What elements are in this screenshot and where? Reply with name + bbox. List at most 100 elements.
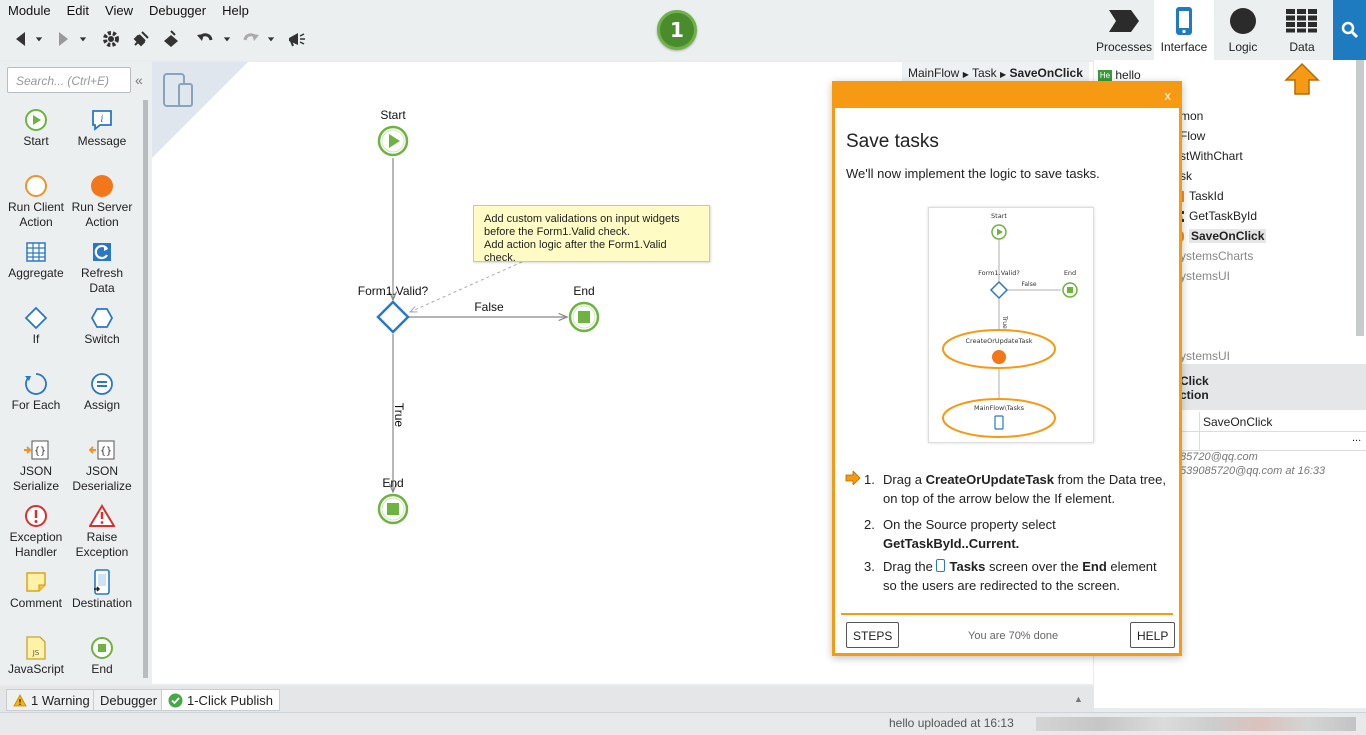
menu-edit[interactable]: Edit xyxy=(59,3,97,18)
tool-message[interactable]: i Message xyxy=(67,106,137,149)
step-bold: CreateOrUpdateTask xyxy=(925,472,1055,487)
menu-debugger[interactable]: Debugger xyxy=(141,3,214,18)
redo-dropdown-icon[interactable] xyxy=(264,28,278,50)
comment-note[interactable]: Add custom validations on input widgets … xyxy=(473,205,710,264)
manage-dependencies-icon[interactable] xyxy=(160,28,182,50)
tree-root[interactable]: He hello xyxy=(1098,68,1141,82)
tab-1-click-publish[interactable]: 1-Click Publish xyxy=(161,689,280,711)
tool-assign[interactable]: Assign xyxy=(67,370,137,413)
tool-destination[interactable]: Destination xyxy=(67,568,137,611)
tool-label: Message xyxy=(77,134,127,148)
tree-scrollbar[interactable] xyxy=(1356,60,1364,336)
tool-aggregate[interactable]: Aggregate xyxy=(1,238,71,281)
step-number: 2. xyxy=(864,517,875,532)
tab-warnings-label: 1 Warning xyxy=(31,692,90,708)
if-node xyxy=(376,300,410,334)
destination-icon xyxy=(67,568,137,596)
start-label: Start xyxy=(380,108,406,122)
false-label: False xyxy=(474,300,504,314)
expand-panel-icon[interactable]: ▲ xyxy=(1074,694,1083,704)
collapse-icon[interactable]: « xyxy=(135,72,143,88)
logic-icon xyxy=(1228,6,1258,36)
tutorial-step-1: 1. Drag a CreateOrUpdateTask from the Da… xyxy=(846,470,1171,510)
tab-warnings[interactable]: 1 Warning xyxy=(6,689,97,711)
toolbox-search-input[interactable]: Search... (Ctrl+E) xyxy=(7,67,131,93)
tool-json-deserialize[interactable]: {} JSON Deserialize xyxy=(67,436,137,494)
illus-if: Form1.Valid? xyxy=(978,269,1020,277)
back-dropdown-icon[interactable] xyxy=(32,28,46,50)
tool-json-serialize[interactable]: {} JSON Serialize xyxy=(1,436,71,494)
step-number: 1. xyxy=(864,472,875,487)
tree-item[interactable]: stWithChart xyxy=(1180,149,1243,163)
end-node-right xyxy=(568,301,600,333)
tree-item-label: TaskId xyxy=(1189,189,1224,203)
menu-module[interactable]: Module xyxy=(0,3,59,18)
breadcrumb-mainflow[interactable]: MainFlow xyxy=(908,66,959,80)
step-text: On the Source property select xyxy=(883,517,1056,532)
tool-switch[interactable]: Switch xyxy=(67,304,137,347)
phone-icon xyxy=(1174,6,1194,36)
tool-start[interactable]: Start xyxy=(1,106,71,149)
settings-icon[interactable] xyxy=(100,28,122,50)
tree-item-taskid[interactable]: TaskId xyxy=(1180,189,1224,203)
search-icon[interactable] xyxy=(1333,0,1366,60)
tool-exception-handler[interactable]: Exception Handler xyxy=(1,502,71,560)
help-button[interactable]: HELP xyxy=(1130,622,1176,648)
tree-item[interactable]: ystemsUI xyxy=(1180,349,1230,363)
property-name-value[interactable]: SaveOnClick xyxy=(1203,415,1272,429)
undo-icon[interactable] xyxy=(194,28,216,50)
tutorial-step-3: 3. Drag the Tasks screen over the End el… xyxy=(846,557,1171,597)
tutorial-step-2: 2. On the Source property select GetTask… xyxy=(846,515,1171,555)
tool-label: Aggregate xyxy=(8,266,64,280)
tool-raise-exception[interactable]: Raise Exception xyxy=(67,502,137,560)
illus-node1: CreateOrUpdateTask xyxy=(966,337,1033,345)
step-text: Drag the xyxy=(883,559,937,574)
tool-label: Switch xyxy=(84,332,120,346)
step-bold: GetTaskById..Current. xyxy=(883,536,1020,551)
tool-refresh-data[interactable]: Refresh Data xyxy=(67,238,137,296)
forward-icon[interactable] xyxy=(52,28,74,50)
tool-label: Assign xyxy=(83,398,121,412)
tab-interface[interactable]: Interface xyxy=(1154,0,1214,60)
tool-comment[interactable]: Comment xyxy=(1,568,71,611)
status-redacted xyxy=(1036,717,1356,731)
tool-if[interactable]: If xyxy=(1,304,71,347)
menu-help[interactable]: Help xyxy=(214,3,257,18)
tab-data[interactable]: Data xyxy=(1272,0,1332,60)
forward-dropdown-icon[interactable] xyxy=(76,28,90,50)
tool-label: Exception Handler xyxy=(9,530,63,559)
property-ellipsis-button[interactable]: ... xyxy=(1352,432,1361,444)
tutorial-illustration: Start Form1.Valid? False End True Create… xyxy=(928,207,1094,443)
tab-debugger[interactable]: Debugger xyxy=(93,689,165,711)
breadcrumb-task[interactable]: Task xyxy=(972,66,997,80)
menu-view[interactable]: View xyxy=(97,3,141,18)
tab-logic[interactable]: Logic xyxy=(1213,0,1273,60)
tool-run-server-action[interactable]: Run Server Action xyxy=(67,172,137,230)
tool-for-each[interactable]: For Each xyxy=(1,370,71,413)
end-node-bottom xyxy=(377,493,409,525)
step-number: 3. xyxy=(864,559,875,574)
publish-badge[interactable]: 1 xyxy=(657,10,697,50)
tool-javascript[interactable]: JS JavaScript xyxy=(1,634,71,677)
refresh-data-icon xyxy=(67,238,137,266)
tool-run-client-action[interactable]: Run Client Action xyxy=(1,172,71,230)
tree-item-saveonclick[interactable]: SaveOnClick xyxy=(1180,229,1267,243)
megaphone-icon[interactable] xyxy=(285,28,307,50)
phone-icon xyxy=(936,559,946,572)
redo-icon[interactable] xyxy=(240,28,262,50)
close-button[interactable]: x xyxy=(1165,88,1172,103)
undo-dropdown-icon[interactable] xyxy=(220,28,234,50)
toolbox-scrollbar[interactable] xyxy=(143,100,148,678)
back-icon[interactable] xyxy=(10,28,32,50)
svg-text:{}: {} xyxy=(34,446,46,457)
tool-end[interactable]: End xyxy=(67,634,137,677)
tree-item[interactable]: mon xyxy=(1180,109,1203,123)
tree-item[interactable]: ystemsUI xyxy=(1180,269,1230,283)
tool-label: Refresh Data xyxy=(80,266,124,295)
tab-processes[interactable]: Processes xyxy=(1094,0,1154,60)
tree-item-gettaskbyid[interactable]: GetTaskById xyxy=(1180,209,1257,223)
tree-item[interactable]: Flow xyxy=(1180,129,1205,143)
tree-item[interactable]: ystemsCharts xyxy=(1180,249,1253,263)
plug-icon[interactable] xyxy=(130,28,152,50)
steps-button[interactable]: STEPS xyxy=(846,622,900,648)
